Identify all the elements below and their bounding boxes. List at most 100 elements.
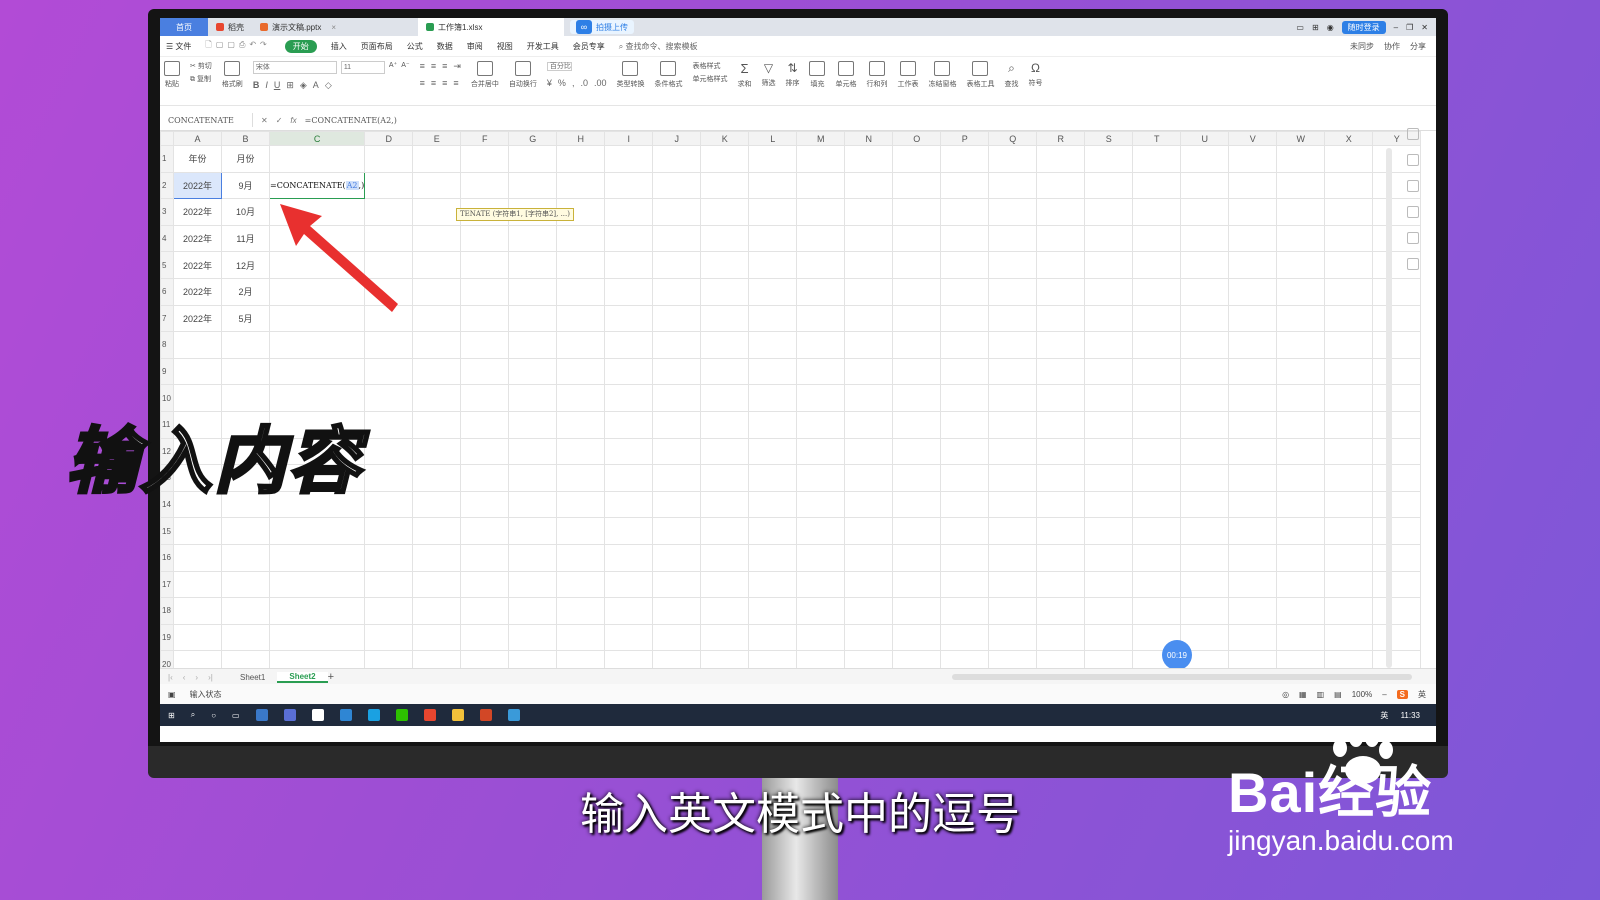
cell-a15[interactable] bbox=[173, 517, 222, 545]
column-header-q[interactable]: Q bbox=[988, 131, 1038, 146]
cell-i8[interactable] bbox=[604, 331, 654, 359]
cell-u4[interactable] bbox=[1180, 224, 1230, 253]
cell-i7[interactable] bbox=[604, 304, 654, 333]
cell-u13[interactable] bbox=[1180, 464, 1230, 492]
cell-p16[interactable] bbox=[940, 543, 990, 572]
menu-formulas[interactable]: 公式 bbox=[407, 41, 423, 52]
cell-i3[interactable] bbox=[604, 198, 654, 226]
cell-x1[interactable] bbox=[1324, 145, 1374, 173]
cell-o8[interactable] bbox=[892, 331, 942, 359]
cond-format-button[interactable]: 条件格式 bbox=[654, 61, 682, 89]
cell-h1[interactable] bbox=[556, 145, 606, 173]
cell-n3[interactable] bbox=[844, 198, 894, 226]
column-header-d[interactable]: D bbox=[364, 131, 414, 146]
row-header[interactable]: 16 bbox=[160, 543, 174, 572]
cell-e7[interactable] bbox=[412, 304, 462, 333]
cell-i6[interactable] bbox=[604, 277, 654, 306]
cell-p17[interactable] bbox=[940, 570, 990, 599]
cell-c16[interactable] bbox=[268, 543, 366, 572]
cell-f8[interactable] bbox=[460, 331, 510, 359]
cell-s15[interactable] bbox=[1084, 517, 1134, 545]
sort-button[interactable]: ⇅ 排序 bbox=[785, 61, 799, 88]
cell-n8[interactable] bbox=[844, 331, 894, 359]
cell-f9[interactable] bbox=[460, 357, 510, 386]
cell-g7[interactable] bbox=[508, 304, 558, 333]
row-header[interactable]: 3 bbox=[160, 198, 174, 226]
row-header[interactable]: 6 bbox=[160, 277, 174, 306]
currency-icon[interactable]: ¥ bbox=[547, 78, 552, 88]
cell-a2[interactable]: 2022年 bbox=[173, 171, 222, 200]
cell-u18[interactable] bbox=[1180, 597, 1230, 625]
windows-start-icon[interactable]: ⊞ bbox=[168, 711, 175, 720]
page-break-view-icon[interactable]: ▤ bbox=[1334, 690, 1342, 699]
cell-c4[interactable] bbox=[268, 224, 366, 253]
cell-d2[interactable] bbox=[364, 171, 414, 200]
cell-s5[interactable] bbox=[1084, 251, 1134, 279]
cell-e2[interactable] bbox=[412, 171, 462, 200]
border-icon[interactable]: ⊞ bbox=[286, 80, 294, 91]
row-header[interactable]: 15 bbox=[160, 517, 174, 545]
cell-r8[interactable] bbox=[1036, 331, 1086, 359]
cell-x13[interactable] bbox=[1324, 464, 1374, 492]
cell-i10[interactable] bbox=[604, 384, 654, 412]
cell-t12[interactable] bbox=[1132, 437, 1182, 466]
column-header-o[interactable]: O bbox=[892, 131, 942, 146]
menu-file[interactable]: ☰ 文件 bbox=[166, 41, 191, 52]
cell-q16[interactable] bbox=[988, 543, 1038, 572]
cell-b4[interactable]: 11月 bbox=[221, 224, 270, 253]
cell-t14[interactable] bbox=[1132, 490, 1182, 519]
underline-icon[interactable]: U bbox=[274, 80, 281, 91]
column-header-n[interactable]: N bbox=[844, 131, 894, 146]
cell-a5[interactable]: 2022年 bbox=[173, 251, 222, 279]
cell-o17[interactable] bbox=[892, 570, 942, 599]
cell-f5[interactable] bbox=[460, 251, 510, 279]
cell-w13[interactable] bbox=[1276, 464, 1326, 492]
cell-r13[interactable] bbox=[1036, 464, 1086, 492]
italic-icon[interactable]: I bbox=[265, 80, 268, 91]
wps-icon[interactable] bbox=[423, 709, 436, 721]
cell-u10[interactable] bbox=[1180, 384, 1230, 412]
cell-p5[interactable] bbox=[940, 251, 990, 279]
font-size-select[interactable]: 11 bbox=[340, 61, 385, 74]
cell-c19[interactable] bbox=[268, 623, 366, 652]
cell-r12[interactable] bbox=[1036, 437, 1086, 466]
cell-f1[interactable] bbox=[460, 145, 510, 173]
cell-t11[interactable] bbox=[1132, 410, 1182, 439]
menu-developer[interactable]: 开发工具 bbox=[527, 41, 559, 52]
cell-d7[interactable] bbox=[364, 304, 414, 333]
cell-q18[interactable] bbox=[988, 597, 1038, 625]
cell-q5[interactable] bbox=[988, 251, 1038, 279]
cell-l9[interactable] bbox=[748, 357, 798, 386]
cell-h6[interactable] bbox=[556, 277, 606, 306]
tab-docer[interactable]: 稻壳 bbox=[208, 18, 252, 36]
cell-q10[interactable] bbox=[988, 384, 1038, 412]
cell-i17[interactable] bbox=[604, 570, 654, 599]
cell-p18[interactable] bbox=[940, 597, 990, 625]
cell-h15[interactable] bbox=[556, 517, 606, 545]
menu-data[interactable]: 数据 bbox=[437, 41, 453, 52]
cell-v13[interactable] bbox=[1228, 464, 1278, 492]
cell-t3[interactable] bbox=[1132, 198, 1182, 226]
cell-w9[interactable] bbox=[1276, 357, 1326, 386]
cell-j10[interactable] bbox=[652, 384, 702, 412]
cell-a6[interactable]: 2022年 bbox=[173, 277, 222, 306]
cell-r2[interactable] bbox=[1036, 171, 1086, 200]
cell-r18[interactable] bbox=[1036, 597, 1086, 625]
cell-x8[interactable] bbox=[1324, 331, 1374, 359]
cell-l17[interactable] bbox=[748, 570, 798, 599]
cell-e12[interactable] bbox=[412, 437, 462, 466]
cell-n13[interactable] bbox=[844, 464, 894, 492]
edge-icon[interactable] bbox=[367, 709, 380, 721]
cell-h18[interactable] bbox=[556, 597, 606, 625]
cell-x4[interactable] bbox=[1324, 224, 1374, 253]
align-middle-icon[interactable]: ≡ bbox=[431, 61, 436, 72]
cell-t10[interactable] bbox=[1132, 384, 1182, 412]
cell-o2[interactable] bbox=[892, 171, 942, 200]
cell-f11[interactable] bbox=[460, 410, 510, 439]
sync-button[interactable]: 未同步 bbox=[1350, 41, 1374, 52]
cell-v17[interactable] bbox=[1228, 570, 1278, 599]
cell-w10[interactable] bbox=[1276, 384, 1326, 412]
menu-page-layout[interactable]: 页面布局 bbox=[361, 41, 393, 52]
cell-h9[interactable] bbox=[556, 357, 606, 386]
cell-t9[interactable] bbox=[1132, 357, 1182, 386]
